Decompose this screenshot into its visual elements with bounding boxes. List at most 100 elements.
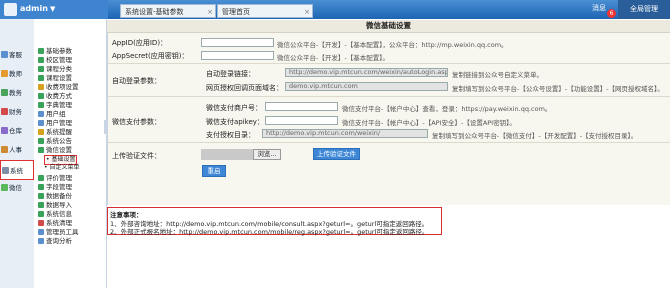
tool-icon [38, 229, 44, 235]
paydir-hint: 复制填写到公众号平台-【微信支付】-【开发配置】-【支付授权目录】。 [432, 132, 638, 140]
coin-icon [38, 84, 44, 90]
avatar [4, 3, 17, 16]
auth-domain-label: 网页授权回调页面域名： [206, 84, 283, 92]
warehouse-icon [1, 127, 8, 134]
chevron-down-icon[interactable]: ▼ [50, 5, 55, 13]
file-path-field[interactable] [201, 149, 253, 160]
page-title: 微信基础设置 [107, 20, 670, 33]
mchid-input[interactable] [265, 102, 338, 111]
tab-home[interactable]: 管理首页 × [217, 4, 313, 18]
finance-icon [1, 108, 8, 115]
tree-item[interactable]: 校区管理 [38, 56, 72, 65]
apikey-label: 微信支付apikey： [206, 118, 264, 126]
search-icon [38, 238, 44, 244]
folder-icon [38, 93, 44, 99]
tab-label: 管理首页 [222, 8, 250, 16]
field-icon [38, 184, 44, 190]
paydir-field[interactable]: http://demo.vip.mtcun.com/weixin/ [262, 129, 428, 138]
tree-item[interactable]: 收费方式 [38, 92, 72, 101]
tree-item-wechat[interactable]: 微信设置 [38, 146, 72, 155]
close-icon[interactable]: × [304, 5, 310, 19]
tree-item[interactable]: 评价管理 [38, 174, 72, 183]
nav-item-finance[interactable]: 财务 [0, 102, 34, 122]
tab-label: 系统设置-基础参数 [125, 8, 184, 16]
appsecret-input[interactable] [201, 51, 274, 60]
global-manage-button[interactable]: 全局管理 [618, 0, 670, 19]
nav-item-hr[interactable]: 人事 [0, 140, 34, 160]
autologin-link-field[interactable]: http://demo.vip.mtcun.com/weixin/autoLog… [285, 68, 448, 77]
tree-item[interactable]: 字典管理 [38, 101, 72, 110]
teacher-icon [1, 70, 8, 77]
notify-button[interactable]: 消息 [592, 3, 606, 13]
save-button[interactable]: 重启 [202, 165, 226, 177]
tree-item[interactable]: 数据导入 [38, 201, 72, 210]
tree-item[interactable]: 系统公告 [38, 137, 72, 146]
upload-button[interactable]: 上传验证文件 [313, 148, 360, 160]
bell-icon [38, 129, 44, 135]
trash-icon [38, 220, 44, 226]
apikey-hint: 微信支付平台-【帐户中心】-【API安全】-【设置API密钥】。 [342, 119, 516, 127]
book-icon [38, 102, 44, 108]
apikey-input[interactable] [265, 116, 338, 125]
paydir-label: 支付授权目录： [206, 131, 255, 139]
appid-input[interactable] [201, 38, 274, 47]
tree-item[interactable]: 查询分析 [38, 237, 72, 246]
tree-item[interactable]: 数据备份 [38, 192, 72, 201]
divider [108, 96, 670, 97]
auth-domain-hint: 复制填写到公众号平台-【公众号设置】-【功能设置】-【网页授权域名】。 [452, 85, 664, 93]
tab-system-settings[interactable]: 系统设置-基础参数 × [120, 4, 216, 18]
nav-item-teacher[interactable]: 教师 [0, 64, 34, 84]
academic-icon [1, 89, 8, 96]
folder-icon [38, 57, 44, 63]
tree-item[interactable]: 收费项设置 [38, 83, 79, 92]
divider [108, 63, 670, 64]
module-nav: 客服 教师 教务 财务 仓库 人事 分析 微信 系统 [0, 19, 35, 288]
user-area[interactable]: admin ▼ [0, 0, 108, 19]
tree-item[interactable]: 用户组 [38, 110, 66, 119]
notify-badge: 6 [607, 9, 616, 18]
nav-item-warehouse[interactable]: 仓库 [0, 121, 34, 141]
folder-icon [38, 48, 44, 54]
upload-label: 上传验证文件： [112, 152, 161, 160]
pay-section-label: 微信支付参数： [112, 118, 161, 126]
service-icon [1, 51, 8, 58]
info-icon [38, 211, 44, 217]
tree-item[interactable]: 课程分类 [38, 65, 72, 74]
settings-tree: 基础参数 校区管理 课程分类 课程设置 收费项设置 收费方式 字典管理 用户组 … [34, 19, 107, 288]
star-icon [38, 175, 44, 181]
gear-icon [2, 167, 9, 174]
hr-icon [1, 146, 8, 153]
tree-subitem-custom-menu[interactable]: • 自定义菜单 [44, 164, 79, 172]
tree-item[interactable]: 系统清理 [38, 219, 72, 228]
notice-icon [38, 138, 44, 144]
appsecret-hint: 微信公众平台-【开发】-【基本配置】。 [277, 54, 389, 62]
tree-item[interactable]: 课程设置 [38, 74, 72, 83]
nav-item-system[interactable]: 系统 [0, 160, 34, 180]
tree-item[interactable]: 系统信息 [38, 210, 72, 219]
tree-item[interactable]: 用户管理 [38, 119, 72, 128]
tree-item[interactable]: 基础参数 [38, 47, 72, 56]
mchid-hint: 微信支付平台-【帐户中心】查看，登录：https://pay.weixin.qq… [342, 105, 552, 113]
browse-button[interactable]: 浏览... [253, 149, 281, 160]
tree-item[interactable]: 管理员工具 [38, 228, 79, 237]
users-icon [38, 111, 44, 117]
appsecret-label: AppSecret(应用密钥)： [112, 52, 189, 60]
folder-icon [38, 75, 44, 81]
divider [108, 142, 670, 143]
mchid-label: 微信支付商户号： [206, 104, 262, 112]
nav-item-wechat[interactable]: 微信 [0, 178, 34, 198]
autologin-link-label: 自动登录链接： [206, 70, 255, 78]
username: admin [20, 4, 48, 13]
nav-item-academic[interactable]: 教务 [0, 83, 34, 103]
note-line-2: 2、外部正式报名地址：http://demo.vip.mtcun.com/mob… [110, 228, 429, 236]
appid-hint: 微信公众平台-【开发】-【基本配置】，公众平台：http://mp.weixin… [277, 41, 508, 49]
tree-item[interactable]: 字段管理 [38, 183, 72, 192]
wechat-icon [38, 147, 44, 153]
nav-item-service[interactable]: 客服 [0, 45, 34, 65]
auth-domain-field[interactable]: demo.vip.mtcun.com [285, 82, 448, 91]
close-icon[interactable]: × [207, 5, 213, 19]
tree-item[interactable]: 系统提醒 [38, 128, 72, 137]
appid-label: AppID(应用ID)： [112, 39, 168, 47]
user-icon [38, 120, 44, 126]
autologin-link-hint: 复制链接到公众号自定义菜单。 [452, 71, 543, 79]
